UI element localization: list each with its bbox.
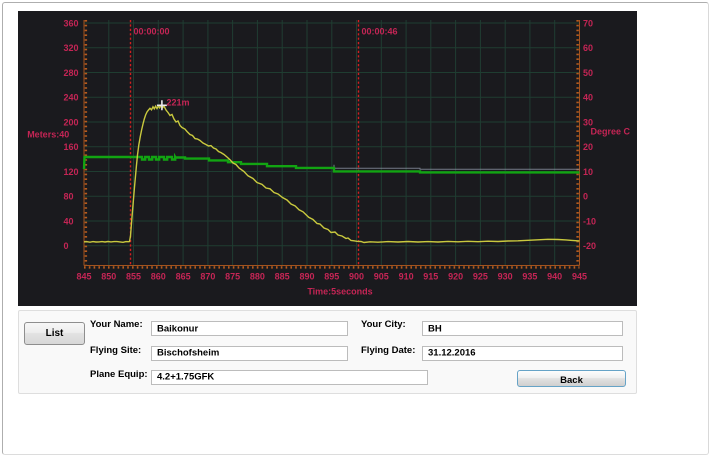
svg-text:925: 925: [473, 271, 488, 281]
svg-text:860: 860: [151, 271, 166, 281]
svg-text:945: 945: [572, 271, 587, 281]
svg-text:40: 40: [583, 93, 593, 103]
svg-text:Degree C: Degree C: [591, 126, 631, 136]
svg-text:80: 80: [64, 192, 74, 202]
svg-text:00:00:00: 00:00:00: [134, 27, 170, 37]
svg-text:60: 60: [583, 43, 593, 53]
svg-text:890: 890: [299, 271, 314, 281]
svg-text:221m: 221m: [167, 98, 190, 108]
svg-text:880: 880: [250, 271, 265, 281]
svg-text:320: 320: [64, 43, 79, 53]
svg-text:200: 200: [64, 117, 79, 127]
svg-text:-10: -10: [583, 216, 596, 226]
svg-text:0: 0: [64, 241, 69, 251]
svg-text:920: 920: [448, 271, 463, 281]
svg-text:280: 280: [64, 68, 79, 78]
svg-text:360: 360: [64, 18, 79, 28]
svg-text:40: 40: [64, 216, 74, 226]
svg-text:885: 885: [275, 271, 290, 281]
svg-text:70: 70: [583, 18, 593, 28]
svg-text:Meters:40: Meters:40: [27, 130, 69, 140]
svg-text:905: 905: [374, 271, 389, 281]
svg-text:850: 850: [101, 271, 116, 281]
svg-text:-20: -20: [583, 241, 596, 251]
svg-text:865: 865: [176, 271, 191, 281]
svg-text:875: 875: [225, 271, 240, 281]
svg-text:50: 50: [583, 68, 593, 78]
svg-text:Time:5seconds: Time:5seconds: [307, 287, 372, 297]
svg-text:10: 10: [583, 167, 593, 177]
svg-text:915: 915: [423, 271, 438, 281]
svg-text:855: 855: [126, 271, 141, 281]
svg-text:0: 0: [583, 192, 588, 202]
svg-text:870: 870: [200, 271, 215, 281]
svg-text:935: 935: [522, 271, 537, 281]
svg-text:20: 20: [583, 142, 593, 152]
svg-text:00:00:46: 00:00:46: [362, 27, 398, 37]
svg-text:895: 895: [324, 271, 339, 281]
svg-text:930: 930: [498, 271, 513, 281]
svg-text:940: 940: [547, 271, 562, 281]
svg-text:845: 845: [76, 271, 91, 281]
svg-text:900: 900: [349, 271, 364, 281]
svg-text:240: 240: [64, 93, 79, 103]
svg-text:910: 910: [399, 271, 414, 281]
svg-text:160: 160: [64, 142, 79, 152]
svg-text:120: 120: [64, 167, 79, 177]
